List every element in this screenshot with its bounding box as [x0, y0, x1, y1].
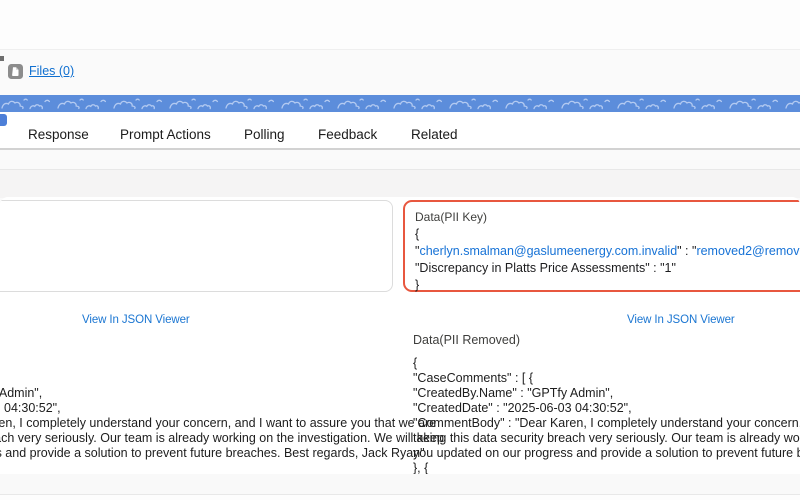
response-content-card: Data(PII Key) { "cherlyn.smalman@gaslume… — [0, 197, 800, 475]
pii-masked-email[interactable]: removed2@removed.com — [696, 244, 800, 258]
tab-feedback[interactable]: Feedback — [318, 127, 377, 142]
pii-removed-label-right: Data(PII Removed) — [413, 333, 800, 348]
card-gap-bottom — [0, 474, 800, 494]
files-related-list[interactable]: Files (0) — [8, 62, 74, 80]
tab-response[interactable]: Response — [28, 127, 89, 142]
json-line: "CreatedBy.Name" : "GPTfy Admin", — [413, 386, 800, 401]
clipped-edge-fragment — [0, 56, 4, 61]
pii-key-label: Data(PII Key) — [415, 209, 800, 226]
section-gap — [0, 169, 800, 198]
json-line: you updated on our progress and provide … — [413, 446, 800, 461]
clipped-blue-badge — [0, 114, 7, 126]
files-link[interactable]: Files (0) — [29, 64, 74, 78]
pii-key-subject-line: "Discrepancy in Platts Price Assessments… — [415, 260, 800, 277]
top-record-section — [0, 0, 800, 50]
view-json-viewer-link-left[interactable]: View In JSON Viewer — [82, 314, 190, 326]
pii-key-email[interactable]: cherlyn.smalman@gaslumeenergy.com.invali… — [419, 244, 677, 258]
pii-key-mapping-line: "cherlyn.smalman@gaslumeenergy.com.inval… — [415, 243, 800, 260]
json-brace-close: } — [415, 277, 800, 294]
pii-key-box: Data(PII Key) { "cherlyn.smalman@gaslume… — [403, 200, 800, 292]
cloud-pattern-band — [0, 95, 800, 112]
json-line: "CaseComments" : [ { — [413, 371, 800, 386]
file-icon — [8, 64, 23, 79]
json-line: }, { — [413, 461, 800, 475]
json-line: "CommentBody" : "Dear Karen, I completel… — [413, 416, 800, 431]
separator: " : " — [677, 244, 696, 258]
view-json-viewer-link-right[interactable]: View In JSON Viewer — [627, 314, 735, 326]
data-box-left — [0, 200, 393, 292]
json-brace-open: { — [415, 226, 800, 243]
json-line: "CreatedDate" : "2025-06-03 04:30:52", — [413, 401, 800, 416]
bottom-card-edge — [0, 495, 800, 500]
tab-prompt-actions[interactable]: Prompt Actions — [120, 127, 211, 142]
json-line: taking this data security breach very se… — [413, 431, 800, 446]
json-line: { — [413, 356, 800, 371]
tab-related[interactable]: Related — [411, 127, 458, 142]
tab-polling[interactable]: Polling — [244, 127, 285, 142]
tab-bar: Response Prompt Actions Polling Feedback… — [0, 112, 800, 150]
pii-removed-section-right: Data(PII Removed) { "CaseComments" : [ {… — [413, 333, 800, 475]
